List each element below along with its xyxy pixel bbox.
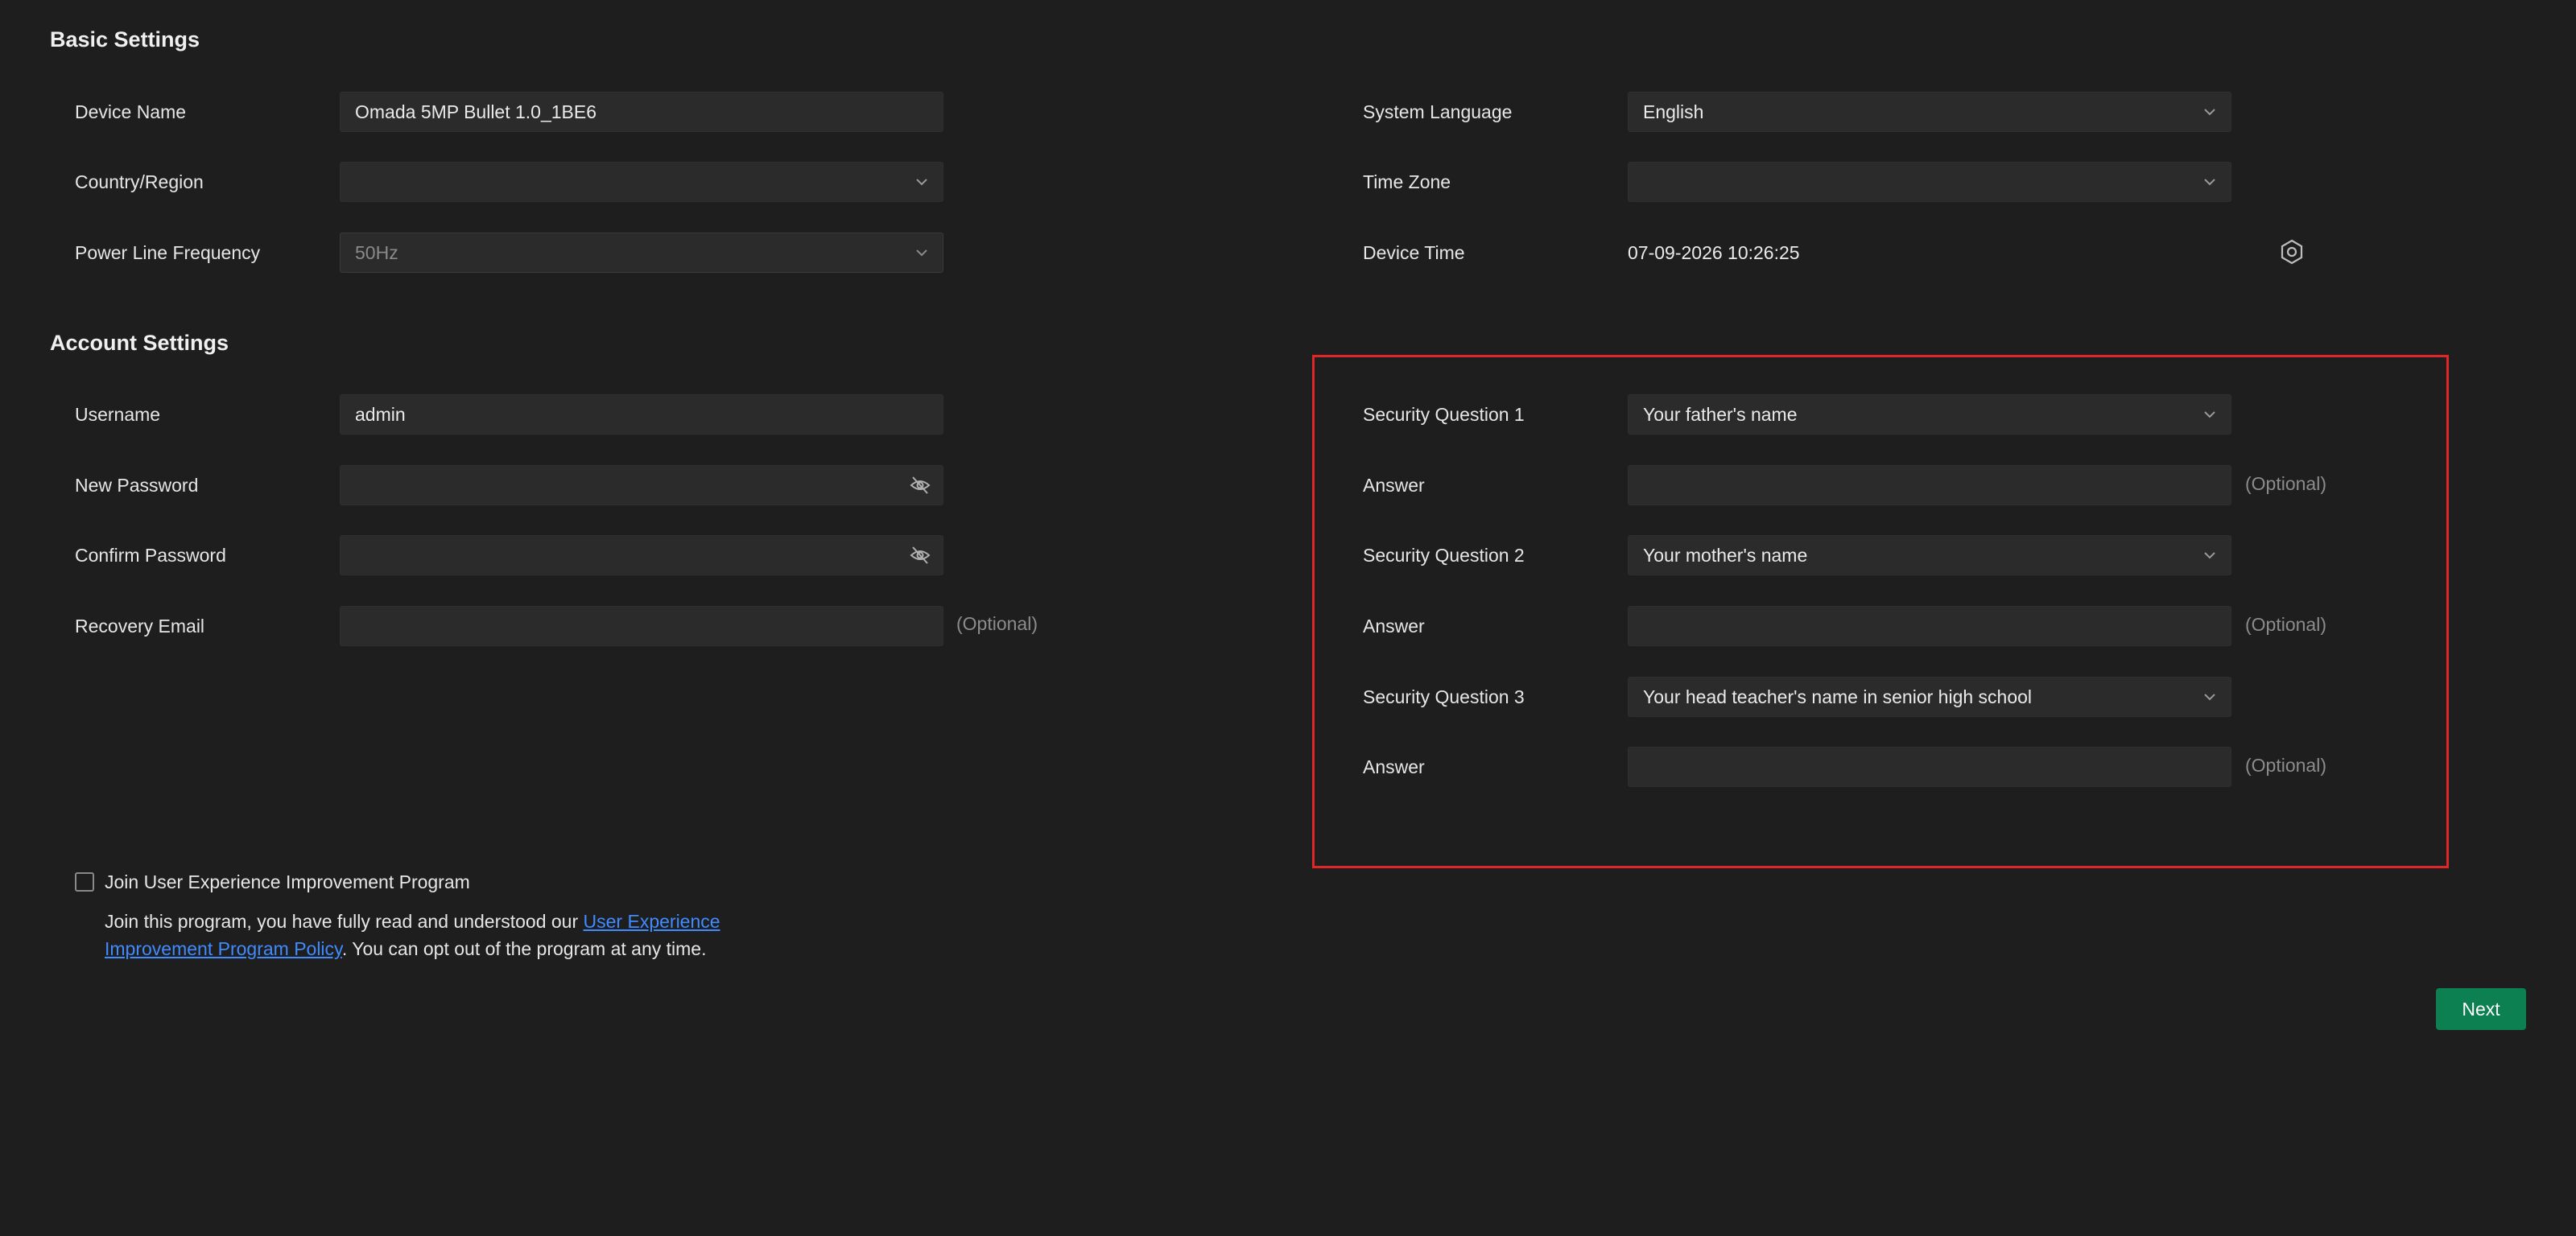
security-question-3-value: Your head teacher's name in senior high …	[1643, 686, 2033, 707]
security-question-1-value: Your father's name	[1643, 404, 1798, 425]
security-question-1-select[interactable]: Your father's name	[1628, 394, 2231, 435]
answer-2-label: Answer	[1363, 616, 1425, 637]
system-language-value: English	[1643, 101, 1704, 122]
device-name-label: Device Name	[75, 101, 187, 122]
new-password-input[interactable]	[340, 465, 943, 505]
security-question-3-label: Security Question 3	[1363, 686, 1525, 707]
device-name-value: Omada 5MP Bullet 1.0_1BE6	[355, 101, 597, 122]
settings-icon[interactable]	[2278, 238, 2306, 266]
chevron-down-icon	[2204, 552, 2215, 559]
answer-1-label: Answer	[1363, 475, 1425, 496]
chevron-down-icon	[2204, 694, 2215, 701]
recovery-email-input[interactable]	[340, 606, 943, 646]
answer-1-input[interactable]	[1628, 465, 2231, 505]
chevron-down-icon	[916, 249, 927, 257]
next-button[interactable]: Next	[2436, 988, 2526, 1030]
recovery-email-label: Recovery Email	[75, 616, 205, 637]
security-question-2-value: Your mother's name	[1643, 545, 1808, 566]
chevron-down-icon	[2204, 179, 2215, 186]
security-question-2-select[interactable]: Your mother's name	[1628, 535, 2231, 575]
new-password-label: New Password	[75, 475, 199, 496]
answer-3-input[interactable]	[1628, 747, 2231, 787]
chevron-down-icon	[916, 179, 927, 186]
answer-3-optional: (Optional)	[2245, 755, 2326, 776]
power-line-frequency-select[interactable]: 50Hz	[340, 233, 943, 273]
security-question-2-label: Security Question 2	[1363, 545, 1525, 566]
program-policy-text: Join this program, you have fully read a…	[105, 908, 829, 962]
confirm-password-label: Confirm Password	[75, 545, 226, 566]
basic-settings-title: Basic Settings	[50, 27, 200, 52]
confirm-password-input[interactable]	[340, 535, 943, 575]
system-language-label: System Language	[1363, 101, 1513, 122]
answer-2-input[interactable]	[1628, 606, 2231, 646]
device-name-input[interactable]: Omada 5MP Bullet 1.0_1BE6	[340, 92, 943, 132]
account-settings-title: Account Settings	[50, 331, 229, 355]
eye-off-icon[interactable]	[909, 475, 931, 496]
join-program-label[interactable]: Join User Experience Improvement Program	[105, 869, 470, 895]
country-region-select[interactable]	[340, 162, 943, 202]
username-input[interactable]: admin	[340, 394, 943, 435]
time-zone-select[interactable]	[1628, 162, 2231, 202]
power-line-frequency-label: Power Line Frequency	[75, 242, 261, 263]
eye-off-icon[interactable]	[909, 545, 931, 566]
security-question-3-select[interactable]: Your head teacher's name in senior high …	[1628, 677, 2231, 717]
power-line-frequency-value: 50Hz	[355, 242, 398, 263]
recovery-email-optional: (Optional)	[956, 613, 1038, 634]
answer-3-label: Answer	[1363, 756, 1425, 777]
system-language-select[interactable]: English	[1628, 92, 2231, 132]
username-label: Username	[75, 404, 161, 425]
answer-2-optional: (Optional)	[2245, 614, 2326, 635]
join-program-checkbox[interactable]	[75, 872, 94, 892]
answer-1-optional: (Optional)	[2245, 473, 2326, 494]
device-time-value: 07-09-2026 10:26:25	[1628, 242, 1800, 263]
security-question-1-label: Security Question 1	[1363, 404, 1525, 425]
chevron-down-icon	[2204, 411, 2215, 418]
policy-text-after: . You can opt out of the program at any …	[341, 938, 707, 959]
policy-text-before: Join this program, you have fully read a…	[105, 911, 584, 932]
time-zone-label: Time Zone	[1363, 171, 1451, 192]
device-time-label: Device Time	[1363, 242, 1465, 263]
chevron-down-icon	[2204, 109, 2215, 116]
country-region-label: Country/Region	[75, 171, 204, 192]
username-value: admin	[355, 404, 406, 425]
